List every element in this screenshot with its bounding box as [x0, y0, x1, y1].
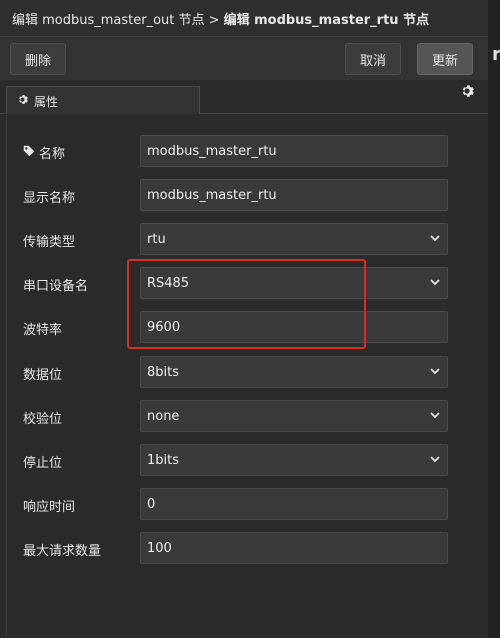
gear-icon	[17, 94, 28, 108]
transport-value: rtu	[147, 231, 166, 247]
properties-panel: 名称 modbus_master_rtu 显示名称 modbus_master_…	[6, 114, 482, 638]
name-input[interactable]: modbus_master_rtu	[140, 135, 448, 167]
chevron-down-icon	[429, 365, 441, 377]
form-row-serial-device: 串口设备名 RS485	[7, 267, 483, 299]
chevron-down-icon	[429, 409, 441, 421]
max-requests-input[interactable]: 100	[140, 532, 448, 564]
parity-label: 校验位	[23, 412, 63, 427]
chevron-down-icon	[429, 232, 441, 244]
chevron-down-icon	[429, 453, 441, 465]
parity-value: none	[147, 408, 180, 424]
chevron-down-icon	[429, 276, 441, 288]
name-label-wrap: 名称	[23, 143, 65, 162]
gear-icon[interactable]	[460, 84, 476, 100]
parity-select[interactable]: none	[140, 400, 448, 432]
form-row-response-time: 响应时间 0	[7, 488, 483, 520]
breadcrumb-parent[interactable]: 编辑 modbus_master_out 节点 >	[12, 9, 220, 28]
cancel-button[interactable]: 取消	[345, 43, 401, 75]
form-row-max-requests: 最大请求数量 100	[7, 532, 483, 564]
serial-device-value: RS485	[147, 275, 190, 291]
form-row-transport: 传输类型 rtu	[7, 223, 483, 255]
form-row-display-name: 显示名称 modbus_master_rtu	[7, 179, 483, 211]
form-row-name: 名称 modbus_master_rtu	[7, 135, 483, 167]
stop-bits-label: 停止位	[23, 456, 63, 471]
stop-bits-select[interactable]: 1bits	[140, 444, 448, 476]
form-row-parity: 校验位 none	[7, 400, 483, 432]
response-time-label: 响应时间	[23, 500, 76, 515]
data-bits-label: 数据位	[23, 368, 63, 383]
breadcrumb-current: 编辑 modbus_master_rtu 节点	[223, 12, 430, 28]
form-row-stop-bits: 停止位 1bits	[7, 444, 483, 476]
data-bits-value: 8bits	[147, 364, 180, 380]
background-text-fragment: r	[492, 44, 500, 65]
tab-properties[interactable]: 属性	[6, 86, 200, 115]
form-row-data-bits: 数据位 8bits	[7, 356, 483, 388]
stop-bits-value: 1bits	[147, 452, 180, 468]
data-bits-select[interactable]: 8bits	[140, 356, 448, 388]
transport-label: 传输类型	[23, 235, 76, 250]
display-name-input[interactable]: modbus_master_rtu	[140, 179, 448, 211]
dialog-title-bar: 编辑 modbus_master_out 节点 > 编辑 modbus_mast…	[0, 0, 488, 36]
max-requests-label: 最大请求数量	[23, 544, 102, 559]
tag-icon	[23, 145, 35, 160]
serial-device-label: 串口设备名	[23, 279, 89, 294]
update-button[interactable]: 更新	[417, 43, 473, 75]
dialog-toolbar: 删除 取消 更新	[0, 36, 488, 80]
tab-bar: 属性	[0, 80, 488, 115]
display-name-label: 显示名称	[23, 191, 76, 206]
name-label: 名称	[39, 147, 66, 162]
background-workspace-edge: r	[488, 0, 500, 638]
form-row-baud-rate: 波特率 9600	[7, 311, 483, 343]
delete-button[interactable]: 删除	[10, 43, 66, 75]
baud-rate-label: 波特率	[23, 323, 63, 338]
response-time-input[interactable]: 0	[140, 488, 448, 520]
tab-properties-label: 属性	[34, 94, 59, 109]
transport-select[interactable]: rtu	[140, 223, 448, 255]
serial-device-select[interactable]: RS485	[140, 267, 448, 299]
baud-rate-input[interactable]: 9600	[140, 311, 448, 343]
